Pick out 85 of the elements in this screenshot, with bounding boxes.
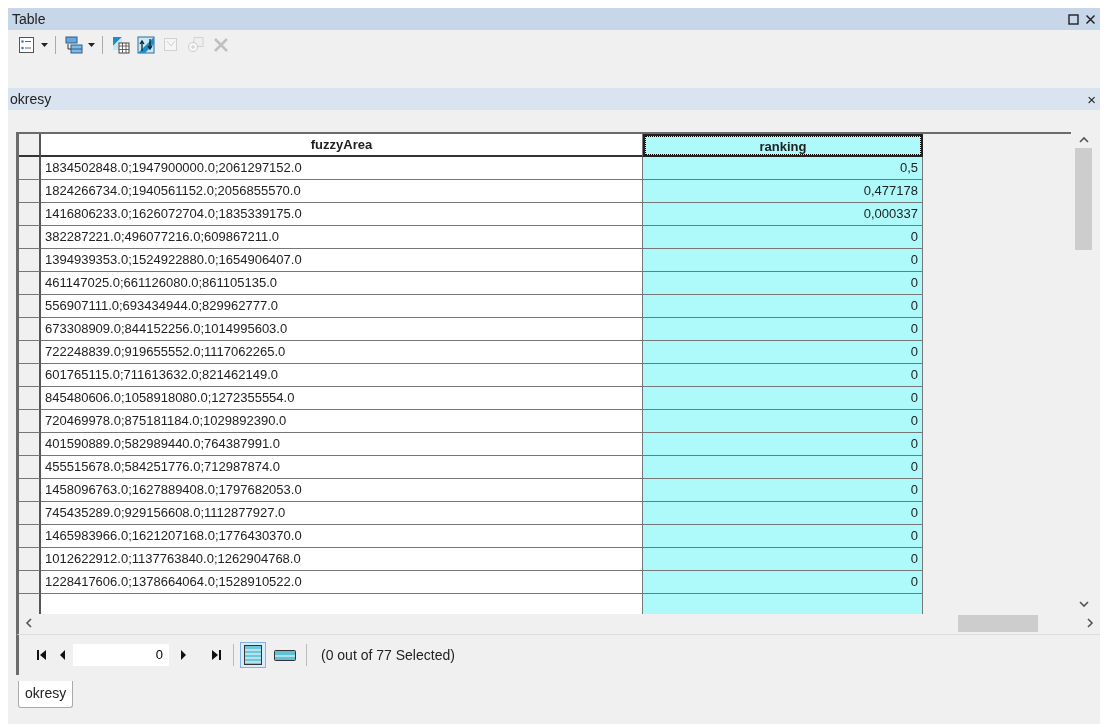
row-selector[interactable]	[19, 295, 41, 318]
selection-status: (0 out of 77 Selected)	[321, 647, 455, 663]
row-selector[interactable]	[19, 318, 41, 341]
table-cell: 1458096763.0;1627889408.0;1797682053.0	[41, 479, 643, 502]
stacked-tables-icon[interactable]	[65, 36, 83, 54]
scroll-down-icon[interactable]	[1078, 600, 1089, 608]
row-selector[interactable]	[19, 341, 41, 364]
scroll-left-icon[interactable]	[25, 618, 33, 628]
row-selector[interactable]	[19, 410, 41, 433]
window-title: Table	[12, 11, 46, 27]
table-cell: 0	[643, 318, 923, 341]
table-tab[interactable]: okresy	[18, 681, 74, 708]
table-cell: 0	[643, 525, 923, 548]
table-cell: 0,000337	[643, 203, 923, 226]
table-cell: 401590889.0;582989440.0;764387991.0	[41, 433, 643, 456]
scroll-up-icon[interactable]	[1078, 136, 1089, 144]
row-selector[interactable]	[19, 180, 41, 203]
table-cell: 0	[643, 341, 923, 364]
table-cell: 1824266734.0;1940561152.0;2056855570.0	[41, 180, 643, 203]
table-cell: 461147025.0;661126080.0;861105135.0	[41, 272, 643, 295]
table-cell: 0,5	[643, 157, 923, 180]
table-cell: 1416806233.0;1626072704.0;1835339175.0	[41, 203, 643, 226]
table-cell: 1012622912.0;1137763840.0;1262904768.0	[41, 548, 643, 571]
table-cell: 0,477178	[643, 180, 923, 203]
table-cell: 722248839.0;919655552.0;1117062265.0	[41, 341, 643, 364]
scrollbar-thumb[interactable]	[958, 614, 1038, 632]
scrollbar-thumb[interactable]	[1075, 148, 1092, 250]
column-header[interactable]: fuzzyArea	[41, 134, 643, 157]
table-cell: 845480606.0;1058918080.0;1272355554.0	[41, 387, 643, 410]
table-cell: 0	[643, 548, 923, 571]
table-cell: 601765115.0;711613632.0;821462149.0	[41, 364, 643, 387]
row-selector[interactable]	[19, 364, 41, 387]
table-cell: 0	[643, 226, 923, 249]
table-cell: 0	[643, 479, 923, 502]
row-selector[interactable]	[19, 387, 41, 410]
row-selector[interactable]	[19, 157, 41, 180]
table-name: okresy	[10, 91, 52, 107]
switch-arrows-icon[interactable]	[137, 36, 155, 54]
table-cell: 0	[643, 249, 923, 272]
table-cell: 0	[643, 571, 923, 594]
table-cell: 1834502848.0;1947900000.0;2061297152.0	[41, 157, 643, 180]
close-icon[interactable]	[1085, 13, 1096, 25]
table-cell: 0	[643, 502, 923, 525]
table-cell: 0	[643, 410, 923, 433]
table-cell: 745435289.0;929156608.0;1112877927.0	[41, 502, 643, 525]
table-cell: 455515678.0;584251776.0;712987874.0	[41, 456, 643, 479]
table-cell: 0	[643, 295, 923, 318]
show-all-records-button[interactable]	[240, 642, 266, 668]
row-selector[interactable]	[19, 249, 41, 272]
row-selector[interactable]	[19, 502, 41, 525]
row-selector[interactable]	[19, 548, 41, 571]
first-record-icon[interactable]	[37, 650, 46, 660]
row-selector[interactable]	[19, 456, 41, 479]
row-selector[interactable]	[19, 272, 41, 295]
table-cell: 382287221.0;496077216.0;609867211.0	[41, 226, 643, 249]
row-selector[interactable]	[19, 571, 41, 594]
last-record-icon[interactable]	[212, 650, 221, 660]
record-field[interactable]: 0	[73, 644, 169, 666]
previous-record-icon[interactable]	[60, 650, 65, 660]
table-cell: 0	[643, 272, 923, 295]
table-cell: 0	[643, 387, 923, 410]
table-cell: 0	[643, 456, 923, 479]
row-selector[interactable]	[19, 134, 41, 157]
scroll-right-icon[interactable]	[1086, 618, 1094, 628]
row-selector[interactable]	[19, 525, 41, 548]
row-selector[interactable]	[19, 479, 41, 502]
table-select-icon[interactable]	[112, 36, 130, 54]
row-selector[interactable]	[19, 433, 41, 456]
list-icon[interactable]	[18, 36, 36, 54]
table-cell: 556907111.0;693434944.0;829962777.0	[41, 295, 643, 318]
table-cell: 673308909.0;844152256.0;1014995603.0	[41, 318, 643, 341]
maximize-icon[interactable]	[1068, 13, 1079, 25]
row-selector[interactable]	[19, 203, 41, 226]
table-cell: 1228417606.0;1378664064.0;1528910522.0	[41, 571, 643, 594]
table-cell: 0	[643, 364, 923, 387]
table-cell: 720469978.0;875181184.0;1029892390.0	[41, 410, 643, 433]
table-cell: 1465983966.0;1621207168.0;1776430370.0	[41, 525, 643, 548]
caret-icon[interactable]	[41, 43, 48, 47]
close-button[interactable]: ×	[1087, 90, 1096, 108]
next-record-icon[interactable]	[181, 650, 186, 660]
table-cell: 0	[643, 433, 923, 456]
table-cell: 1394939353.0;1524922880.0;1654906407.0	[41, 249, 643, 272]
column-header[interactable]: ranking	[643, 134, 923, 157]
caret-icon[interactable]	[88, 43, 95, 47]
row-selector[interactable]	[19, 226, 41, 249]
